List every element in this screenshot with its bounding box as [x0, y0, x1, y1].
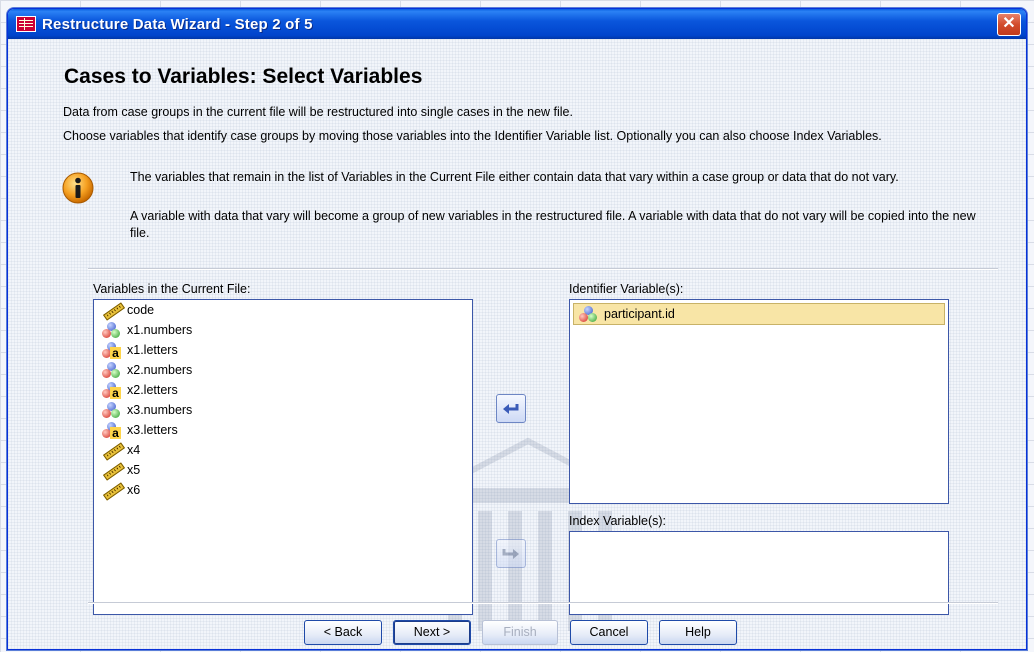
nominal-string-icon: a	[102, 341, 124, 359]
move-to-identifier-button[interactable]	[496, 394, 526, 423]
list-item[interactable]: a x1.letters	[94, 340, 472, 360]
finish-button[interactable]: Finish	[482, 620, 558, 645]
footer-divider	[88, 602, 998, 604]
app-icon	[16, 16, 36, 32]
list-item-label: x6	[127, 483, 141, 497]
list-item[interactable]: a x2.letters	[94, 380, 472, 400]
instructions-text: Choose variables that identify case grou…	[63, 129, 882, 143]
info-text-2: A variable with data that vary will beco…	[130, 209, 976, 240]
list-item-label: x1.numbers	[127, 323, 193, 337]
wizard-window: Restructure Data Wizard - Step 2 of 5 ✕ …	[7, 8, 1027, 650]
list-item[interactable]: x6	[94, 480, 472, 501]
nominal-string-icon: a	[102, 421, 124, 439]
list-item[interactable]: participant.id	[573, 303, 945, 325]
page-heading: Cases to Variables: Select Variables	[64, 65, 423, 88]
current-variables-list[interactable]: code x1.numbers a x1.letters x2.numbers a x2.l…	[93, 299, 473, 615]
current-file-label: Variables in the Current File:	[93, 282, 251, 296]
list-item-label: x4	[127, 443, 141, 457]
nominal-icon	[579, 305, 601, 323]
arrow-left-icon	[503, 403, 519, 414]
scale-ruler-icon	[102, 301, 126, 321]
next-button[interactable]: Next >	[393, 620, 471, 645]
list-item[interactable]: x5	[94, 460, 472, 481]
list-item-label: x5	[127, 463, 141, 477]
wizard-content: Cases to Variables: Select Variables Dat…	[8, 39, 1026, 649]
identifier-label: Identifier Variable(s):	[569, 282, 684, 296]
list-item[interactable]: x4	[94, 440, 472, 461]
list-item[interactable]: x3.numbers	[94, 400, 472, 420]
window-title: Restructure Data Wizard - Step 2 of 5	[42, 15, 313, 33]
list-item-label: participant.id	[604, 307, 675, 321]
nominal-icon	[102, 321, 124, 339]
list-item[interactable]: x2.numbers	[94, 360, 472, 380]
list-item-label: x3.numbers	[127, 403, 193, 417]
list-item-label: x2.letters	[127, 383, 178, 397]
nominal-string-icon: a	[102, 381, 124, 399]
list-item-label: code	[127, 303, 155, 317]
scale-ruler-icon	[102, 461, 126, 481]
list-item[interactable]: a x3.letters	[94, 420, 472, 440]
scale-ruler-icon	[102, 481, 126, 501]
title-bar[interactable]: Restructure Data Wizard - Step 2 of 5 ✕	[8, 9, 1026, 39]
cancel-button[interactable]: Cancel	[570, 620, 648, 645]
nominal-icon	[102, 401, 124, 419]
help-button[interactable]: Help	[659, 620, 737, 645]
list-item[interactable]: x1.numbers	[94, 320, 472, 340]
back-button[interactable]: < Back	[304, 620, 382, 645]
list-item-label: x1.letters	[127, 343, 178, 357]
list-item[interactable]: code	[94, 300, 472, 321]
list-item-label: x3.letters	[127, 423, 178, 437]
info-icon	[62, 172, 94, 204]
info-text-1: The variables that remain in the list of…	[130, 170, 899, 184]
intro-text: Data from case groups in the current fil…	[63, 105, 573, 119]
close-button[interactable]: ✕	[997, 13, 1021, 36]
arrow-right-icon	[502, 548, 519, 559]
scale-ruler-icon	[102, 441, 126, 461]
list-item-label: x2.numbers	[127, 363, 193, 377]
index-label: Index Variable(s):	[569, 514, 667, 528]
identifier-variables-list[interactable]: participant.id	[569, 299, 949, 504]
divider	[88, 268, 998, 270]
move-to-index-button[interactable]	[496, 539, 526, 568]
nominal-icon	[102, 361, 124, 379]
